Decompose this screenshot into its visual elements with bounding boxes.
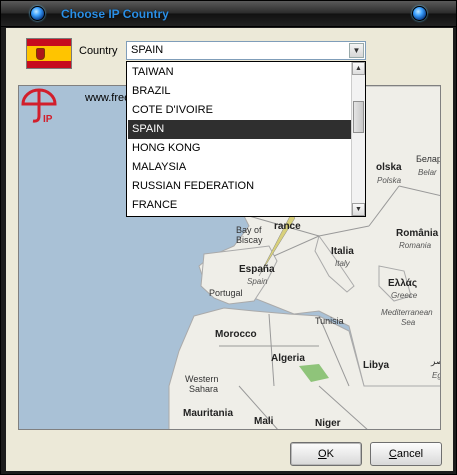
country-option[interactable]: RUSSIAN FEDERATION — [128, 177, 351, 196]
country-option[interactable]: COTE D'IVOIRE — [128, 101, 351, 120]
map-label-algeria: Algeria — [271, 353, 305, 364]
country-option[interactable]: BRAZIL — [128, 82, 351, 101]
map-label-romania-en: Romania — [399, 241, 432, 250]
map-label-greece: Greece — [391, 291, 418, 300]
window-menu-orb-icon[interactable] — [30, 6, 45, 21]
dropdown-arrow-icon[interactable]: ▼ — [349, 43, 364, 58]
country-dropdown-list[interactable]: TAIWAN BRAZIL COTE D'IVOIRE SPAIN HONG K… — [126, 61, 366, 217]
site-url-text: www.free — [85, 92, 131, 104]
map-label-belarus-en: Belar — [418, 168, 437, 177]
map-label-belarus: Белар — [416, 154, 441, 164]
map-label-polska-en: Polska — [377, 176, 402, 185]
map-label-med2: Sea — [401, 318, 416, 327]
scroll-down-icon[interactable]: ▼ — [352, 203, 365, 216]
map-label-med1: Mediterranean — [381, 308, 433, 317]
ok-button[interactable]: OK — [290, 442, 362, 466]
map-label-italy: Italy — [335, 259, 350, 268]
map-label-espana: España — [239, 264, 275, 275]
map-label-western: Western — [185, 374, 219, 384]
choose-ip-country-window: Choose IP Country Country olska Polska Б… — [0, 0, 457, 475]
scrollbar-thumb[interactable] — [353, 101, 364, 133]
close-orb-icon[interactable] — [412, 6, 427, 21]
country-option[interactable]: HONG KONG — [128, 139, 351, 158]
scroll-up-icon[interactable]: ▲ — [352, 62, 365, 75]
window-title: Choose IP Country — [61, 7, 169, 21]
cancel-button[interactable]: Cancel — [370, 442, 442, 466]
svg-text:IP: IP — [43, 114, 53, 125]
map-label-mauritania: Mauritania — [183, 408, 234, 419]
map-label-libya: Libya — [363, 360, 390, 371]
country-option[interactable]: TAIWAN — [128, 63, 351, 82]
map-label-egypt: Eg — [432, 371, 441, 380]
country-select-value: SPAIN — [131, 44, 164, 56]
map-label-italia: Italia — [331, 246, 354, 257]
map-label-tunisia: Tunisia — [315, 316, 344, 326]
map-label-spain: Spain — [247, 277, 268, 286]
map-label-polska: olska — [376, 162, 402, 173]
map-label-ellas: Ελλάς — [388, 278, 418, 289]
map-label-sahara: Sahara — [189, 384, 219, 394]
title-bar[interactable]: Choose IP Country — [1, 1, 456, 27]
map-label-niger: Niger — [315, 418, 341, 429]
map-label-romania: România — [396, 228, 439, 239]
spain-flag-icon — [26, 38, 72, 69]
map-label-biscay: Biscay — [236, 235, 263, 245]
dropdown-scrollbar[interactable]: ▲ ▼ — [351, 62, 365, 216]
map-label-bay: Bay of — [236, 225, 262, 235]
country-select[interactable]: SPAIN ▼ — [126, 41, 366, 60]
map-label-morocco: Morocco — [215, 329, 257, 340]
country-option-selected[interactable]: SPAIN — [128, 120, 351, 139]
map-label-portugal: Portugal — [209, 288, 243, 298]
freeip-umbrella-logo-icon: IP — [21, 88, 57, 125]
country-option[interactable]: MALAYSIA — [128, 158, 351, 177]
country-label: Country — [79, 45, 118, 57]
map-label-mali: Mali — [254, 416, 274, 427]
map-label-egypt-ar: مصر — [431, 356, 440, 366]
country-option[interactable]: FRANCE — [128, 196, 351, 215]
map-label-france: rance — [274, 221, 301, 232]
dialog-body: Country olska Polska Белар Belar rance B… — [6, 28, 453, 471]
